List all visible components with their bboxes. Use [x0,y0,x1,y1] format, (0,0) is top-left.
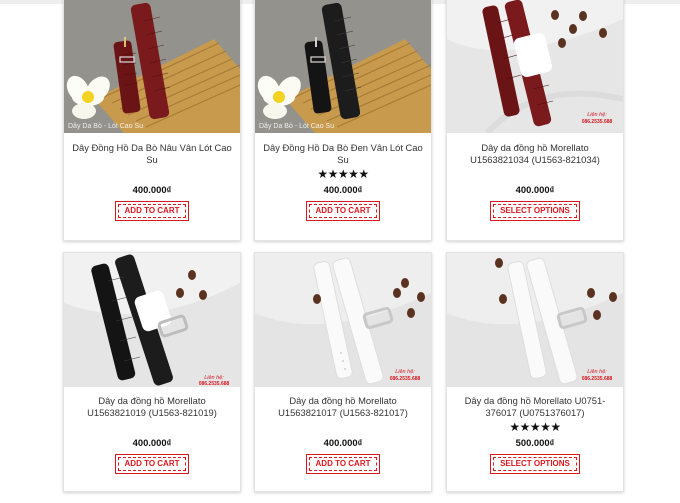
product-card[interactable]: Liên hệ: 086.2535.688 Dây da đồng hồ Mor… [254,252,432,492]
seller-phone: 086.2535.688 [582,119,613,125]
seller-tag: Liên hệ: [395,369,415,375]
product-grid: Dây Da Bò - Lót Cao Su Dây Đồng Hồ Da Bò… [0,0,680,503]
product-price: 400.000₫ [132,437,172,448]
seller-tag: Liên hệ: [587,369,607,375]
product-title[interactable]: Dây Đồng Hồ Da Bò Đen Vân Lót Cao Su [255,142,431,168]
product-image-black-strap[interactable]: Dây Da Bò - Lót Cao Su [255,0,431,133]
image-watermark: Dây Da Bò - Lót Cao Su [259,123,335,130]
seller-phone: 086.2535.688 [199,381,230,387]
rating-stars [447,168,623,181]
product-card[interactable]: Liên hệ: 086.2535.688 Dây da đồng hồ Mor… [446,0,624,241]
product-image-brown-strap[interactable]: Dây Da Bò - Lót Cao Su [64,0,240,133]
seller-tag: Liên hệ: [587,112,607,118]
product-image-white-strap[interactable]: Liên hệ: 086.2535.688 [255,253,431,387]
rating-stars [64,168,240,181]
button-label: ADD TO CART [117,457,187,471]
product-card[interactable]: Dây Da Bò - Lót Cao Su Dây Đồng Hồ Da Bò… [63,0,241,241]
product-title[interactable]: Dây Đồng Hồ Da Bò Nâu Vân Lót Cao Su [64,142,240,168]
product-image-brown-strap[interactable]: Liên hệ: 086.2535.688 [447,0,623,133]
button-label: ADD TO CART [308,204,378,218]
product-card[interactable]: Liên hệ: 086.2535.688 Dây da đồng hồ Mor… [63,252,241,492]
product-title[interactable]: Dây da đồng hồ Morellato U0751-376017 (U… [447,395,623,421]
product-price: 400.000₫ [323,184,363,195]
product-image-white-strap[interactable]: Liên hệ: 086.2535.688 [447,253,623,387]
button-label: ADD TO CART [117,204,187,218]
product-card[interactable]: Dây Da Bò - Lót Cao Su Dây Đồng Hồ Da Bò… [254,0,432,241]
seller-phone: 086.2535.688 [582,376,613,382]
image-watermark: Dây Da Bò - Lót Cao Su [68,123,144,130]
rating-stars: ★★★★★ [509,420,561,434]
product-price: 400.000₫ [132,184,172,195]
select-options-button[interactable]: SELECT OPTIONS [490,454,580,474]
add-to-cart-button[interactable]: ADD TO CART [305,201,381,221]
product-price: 500.000₫ [515,437,555,448]
rating-stars [64,421,240,434]
button-label: SELECT OPTIONS [493,457,577,471]
select-options-button[interactable]: SELECT OPTIONS [490,201,580,221]
product-title[interactable]: Dây da đồng hồ Morellato U1563821034 (U1… [447,142,623,168]
add-to-cart-button[interactable]: ADD TO CART [114,454,190,474]
product-title[interactable]: Dây da đồng hồ Morellato U1563821019 (U1… [64,395,240,421]
product-card[interactable]: Liên hệ: 086.2535.688 Dây da đồng hồ Mor… [446,252,624,492]
product-price: 400.000₫ [323,437,363,448]
button-label: ADD TO CART [308,457,378,471]
add-to-cart-button[interactable]: ADD TO CART [114,201,190,221]
product-title[interactable]: Dây da đồng hồ Morellato U1563821017 (U1… [255,395,431,421]
button-label: SELECT OPTIONS [493,204,577,218]
product-price: 400.000₫ [515,184,555,195]
add-to-cart-button[interactable]: ADD TO CART [305,454,381,474]
rating-stars: ★★★★★ [317,167,369,181]
rating-stars [255,421,431,434]
product-image-black-strap[interactable]: Liên hệ: 086.2535.688 [64,253,240,387]
seller-phone: 086.2535.688 [390,376,421,382]
